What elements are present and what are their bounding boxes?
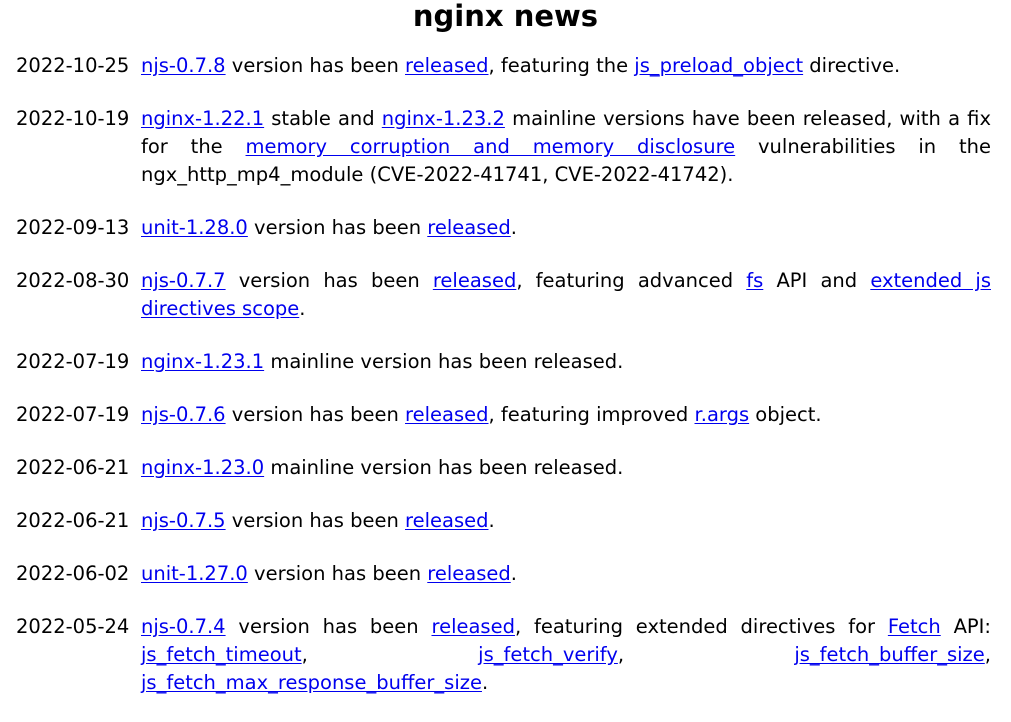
news-text-segment: , featuring extended directives for [514, 615, 888, 638]
news-text-segment: mainline version has been released. [264, 350, 624, 373]
link-nginx-1-23-2[interactable]: nginx-1.23.2 [382, 107, 505, 130]
link-js-preload-object[interactable]: js_preload_object [634, 54, 803, 77]
news-text: njs-0.7.4 version has been released, fea… [141, 613, 991, 722]
link-js-fetch-buffer-size[interactable]: js_fetch_buffer_size [794, 643, 984, 666]
link-fetch[interactable]: Fetch [888, 615, 941, 638]
link-njs-0-7-4[interactable]: njs-0.7.4 [141, 615, 226, 638]
news-text-segment: version has been [247, 562, 428, 585]
link-released[interactable]: released [433, 269, 516, 292]
link-js-fetch-timeout[interactable]: js_fetch_timeout [141, 643, 302, 666]
news-text-segment: object. [749, 403, 822, 426]
news-item: 2022-07-19 njs-0.7.6 version has been rel… [16, 401, 991, 454]
news-date: 2022-06-02 [16, 562, 130, 585]
link-unit-1-27-0[interactable]: unit-1.27.0 [141, 562, 248, 585]
news-date: 2022-07-19 [16, 403, 130, 426]
news-item: 2022-09-13 unit-1.28.0 version has been r… [16, 214, 991, 267]
news-text-segment: version has been [247, 216, 428, 239]
news-date: 2022-06-21 [16, 456, 130, 479]
news-text-segment: mainline version has been released. [264, 456, 624, 479]
link-nginx-1-23-1[interactable]: nginx-1.23.1 [141, 350, 264, 373]
link-njs-0-7-7[interactable]: njs-0.7.7 [141, 269, 226, 292]
news-text-segment: , featuring the [488, 54, 635, 77]
news-text-segment: API: [940, 615, 991, 638]
news-text-segment: API and [763, 269, 871, 292]
news-list: 2022-10-25 njs-0.7.8 version has been rel… [16, 52, 991, 722]
news-text-segment: version has been [225, 615, 432, 638]
link-released[interactable]: released [431, 615, 514, 638]
link-njs-0-7-6[interactable]: njs-0.7.6 [141, 403, 226, 426]
news-text-segment: , featuring advanced [516, 269, 747, 292]
news-text-segment: , [984, 643, 991, 666]
news-item: 2022-07-19 nginx-1.23.1 mainline version … [16, 348, 991, 401]
link-nginx-1-22-1[interactable]: nginx-1.22.1 [141, 107, 264, 130]
link-released[interactable]: released [405, 54, 488, 77]
news-date: 2022-05-24 [16, 615, 130, 638]
news-date: 2022-10-19 [16, 107, 130, 130]
news-text-segment: version has been [225, 403, 406, 426]
link-released[interactable]: released [427, 216, 510, 239]
news-item: 2022-06-21 nginx-1.23.0 mainline version … [16, 454, 991, 507]
link-njs-0-7-8[interactable]: njs-0.7.8 [141, 54, 226, 77]
news-text-segment: , featuring improved [488, 403, 695, 426]
link-js-fetch-verify[interactable]: js_fetch_verify [478, 643, 618, 666]
news-text: njs-0.7.7 version has been released, fea… [141, 267, 991, 348]
link-released[interactable]: released [427, 562, 510, 585]
news-date: 2022-07-19 [16, 350, 130, 373]
news-date: 2022-06-21 [16, 509, 130, 532]
news-text: nginx-1.23.1 mainline version has been r… [141, 348, 991, 401]
news-text-segment: . [510, 216, 517, 239]
news-date: 2022-09-13 [16, 216, 130, 239]
link-fs[interactable]: fs [746, 269, 763, 292]
link-memory-corruption-and-memory-disclosure[interactable]: memory corruption and memory disclosure [246, 135, 736, 158]
link-released[interactable]: released [405, 403, 488, 426]
news-item: 2022-10-19 nginx-1.22.1 stable and nginx-… [16, 105, 991, 214]
news-text: unit-1.28.0 version has been released. [141, 214, 991, 267]
news-date: 2022-08-30 [16, 269, 130, 292]
link-js-fetch-max-response-buffer-size[interactable]: js_fetch_max_response_buffer_size [141, 671, 482, 694]
news-table: 2022-10-25 njs-0.7.8 version has been rel… [16, 52, 991, 722]
news-text: nginx-1.22.1 stable and nginx-1.23.2 mai… [141, 105, 991, 214]
news-text-segment: . [488, 509, 495, 532]
news-item: 2022-08-30 njs-0.7.7 version has been rel… [16, 267, 991, 348]
news-text-segment: , [301, 643, 479, 666]
page-title: nginx news [412, 0, 599, 33]
news-text: unit-1.27.0 version has been released. [141, 560, 991, 613]
news-text: njs-0.7.6 version has been released, fea… [141, 401, 991, 454]
link-nginx-1-23-0[interactable]: nginx-1.23.0 [141, 456, 264, 479]
link-unit-1-28-0[interactable]: unit-1.28.0 [141, 216, 248, 239]
news-text-segment: version has been [225, 54, 406, 77]
link-released[interactable]: released [405, 509, 488, 532]
news-text-segment: . [299, 297, 306, 320]
news-text-segment: version has been [225, 269, 433, 292]
news-text-segment: directive. [803, 54, 901, 77]
news-date: 2022-10-25 [16, 54, 130, 77]
news-item: 2022-06-21 njs-0.7.5 version has been rel… [16, 507, 991, 560]
news-text-segment: stable and [264, 107, 382, 130]
link-r-args[interactable]: r.args [695, 403, 750, 426]
news-text-segment: version has been [225, 509, 406, 532]
news-item: 2022-06-02 unit-1.27.0 version has been r… [16, 560, 991, 613]
news-text-segment: , [617, 643, 795, 666]
news-text-segment: . [481, 671, 489, 694]
news-text: nginx-1.23.0 mainline version has been r… [141, 454, 991, 507]
link-njs-0-7-5[interactable]: njs-0.7.5 [141, 509, 226, 532]
news-item: 2022-10-25 njs-0.7.8 version has been rel… [16, 52, 991, 105]
news-text: njs-0.7.5 version has been released. [141, 507, 991, 560]
news-text-segment: . [510, 562, 517, 585]
news-text: njs-0.7.8 version has been released, fea… [141, 52, 991, 105]
news-item: 2022-05-24 njs-0.7.4 version has been rel… [16, 613, 991, 722]
